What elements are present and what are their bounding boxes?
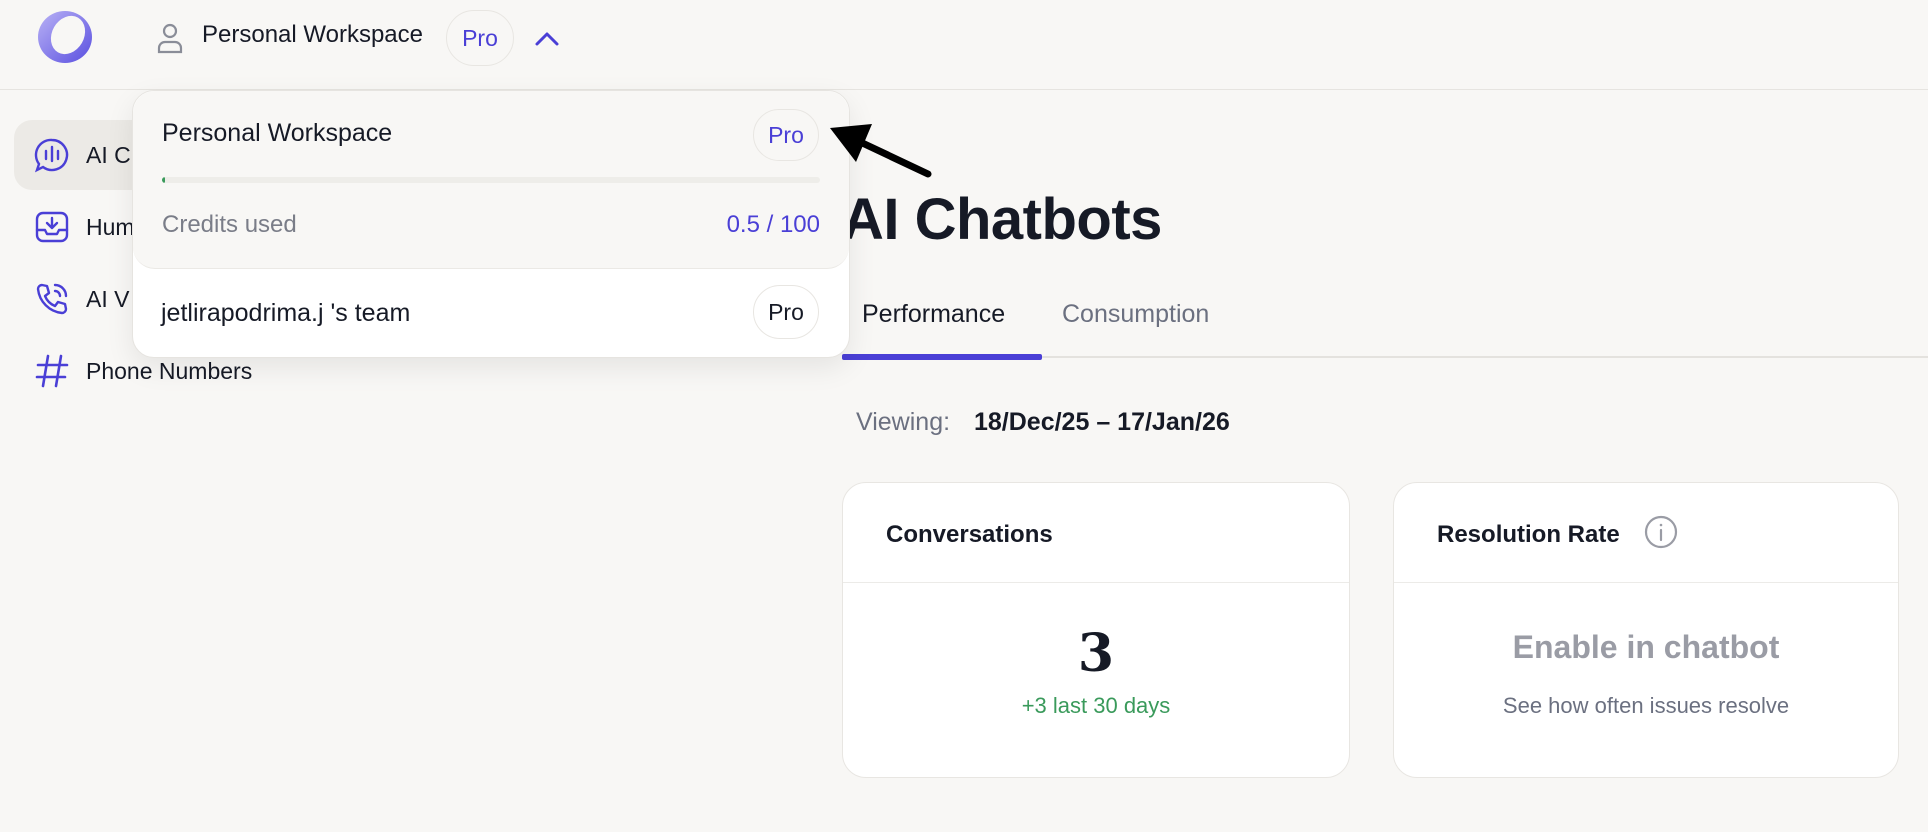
arrow-pointer-icon bbox=[830, 124, 932, 178]
chat-bubble-icon bbox=[34, 138, 69, 173]
user-icon bbox=[157, 23, 183, 54]
conversations-card: Conversations 3 +3 last 30 days bbox=[842, 482, 1350, 778]
current-workspace-item[interactable]: Personal Workspace Pro Credits used 0.5 … bbox=[133, 91, 849, 269]
credits-used-value: 0.5 / 100 bbox=[726, 211, 820, 238]
sidebar-item-label: AI V bbox=[86, 286, 130, 312]
page-title: AI Chatbots bbox=[842, 187, 1162, 252]
card-header: Conversations bbox=[843, 483, 1349, 583]
credits-progress-bar bbox=[162, 177, 820, 183]
resolution-rate-subtitle: See how often issues resolve bbox=[1502, 693, 1790, 718]
card-title: Conversations bbox=[886, 521, 1053, 548]
team-workspace-plan-badge: Pro bbox=[753, 285, 819, 339]
card-title: Resolution Rate bbox=[1437, 521, 1620, 548]
tab-consumption[interactable]: Consumption bbox=[1062, 300, 1209, 329]
inbox-icon bbox=[35, 211, 69, 243]
conversations-delta: +3 last 30 days bbox=[1021, 693, 1171, 718]
active-tab-indicator bbox=[842, 354, 1042, 360]
team-workspace-name[interactable]: jetlirapodrima.j 's team bbox=[161, 299, 410, 328]
plan-badge: Pro bbox=[446, 10, 514, 66]
workspace-switcher-name[interactable]: Personal Workspace bbox=[202, 21, 423, 49]
chevron-up-icon[interactable] bbox=[532, 24, 562, 54]
workspace-dropdown: Personal Workspace Pro Credits used 0.5 … bbox=[132, 90, 850, 358]
conversations-count: 3 bbox=[1077, 623, 1115, 684]
card-header: Resolution Rate bbox=[1394, 483, 1898, 583]
date-range-selector[interactable]: 18/Dec/25 – 17/Jan/26 bbox=[974, 408, 1230, 437]
sidebar-item-label: AI C bbox=[86, 142, 131, 168]
phone-call-icon bbox=[36, 283, 68, 315]
current-workspace-name: Personal Workspace bbox=[162, 119, 393, 147]
viewing-label: Viewing: bbox=[856, 408, 951, 436]
enable-in-chatbot-link[interactable]: Enable in chatbot bbox=[1394, 629, 1898, 666]
tab-performance[interactable]: Performance bbox=[862, 300, 1005, 329]
credits-progress-fill bbox=[162, 177, 166, 183]
sidebar-item-label: Phone Numbers bbox=[86, 358, 253, 384]
sidebar-item-label: Hum bbox=[86, 214, 135, 240]
credits-used-label: Credits used bbox=[162, 211, 297, 238]
top-bar: Personal Workspace Pro bbox=[0, 0, 1928, 90]
resolution-rate-card: Resolution Rate Enable in chatbot See ho… bbox=[1393, 482, 1899, 778]
info-icon[interactable] bbox=[1644, 515, 1678, 549]
app-logo[interactable] bbox=[34, 8, 96, 66]
hash-icon bbox=[35, 354, 69, 388]
current-workspace-plan-badge: Pro bbox=[753, 109, 819, 161]
